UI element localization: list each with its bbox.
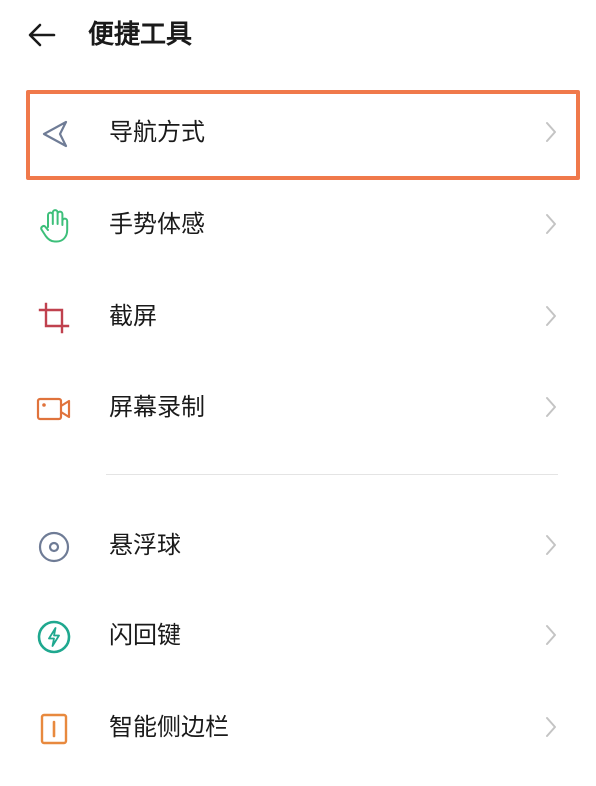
list-item-label: 截屏 — [109, 302, 157, 330]
chevron-right-icon — [540, 211, 562, 237]
list-item-label: 屏幕录制 — [109, 393, 205, 421]
video-camera-icon — [34, 389, 74, 429]
back-button[interactable] — [22, 18, 62, 52]
list-item-flashback-key[interactable]: 闪回键 — [0, 590, 596, 680]
chevron-right-icon — [540, 532, 562, 558]
crop-icon — [34, 298, 74, 338]
arrow-left-icon — [28, 23, 56, 47]
section-divider — [106, 474, 558, 475]
chevron-right-icon — [540, 714, 562, 740]
app-header: 便捷工具 — [0, 0, 596, 74]
list-item-screenshot[interactable]: 截屏 — [0, 271, 596, 361]
chevron-right-icon — [540, 303, 562, 329]
list-item-navigation-mode[interactable]: 导航方式 — [0, 87, 596, 177]
chevron-right-icon — [540, 622, 562, 648]
lightning-circle-icon — [34, 617, 74, 657]
chevron-right-icon — [540, 394, 562, 420]
list-item-screen-recording[interactable]: 屏幕录制 — [0, 362, 596, 452]
list-item-smart-sidebar[interactable]: 智能侧边栏 — [0, 682, 596, 772]
hand-gesture-icon — [34, 206, 74, 246]
sidebar-icon — [34, 709, 74, 749]
page-title: 便捷工具 — [88, 20, 193, 50]
floating-ball-icon — [34, 527, 74, 567]
list-item-label: 智能侧边栏 — [109, 713, 229, 741]
list-item-label: 导航方式 — [109, 118, 205, 146]
list-item-label: 手势体感 — [109, 210, 205, 238]
navigation-arrow-icon — [34, 114, 74, 154]
chevron-right-icon — [540, 119, 562, 145]
list-item-label: 闪回键 — [109, 621, 181, 649]
list-item-gesture[interactable]: 手势体感 — [0, 179, 596, 269]
list-item-label: 悬浮球 — [109, 531, 181, 559]
list-item-floating-ball[interactable]: 悬浮球 — [0, 500, 596, 590]
